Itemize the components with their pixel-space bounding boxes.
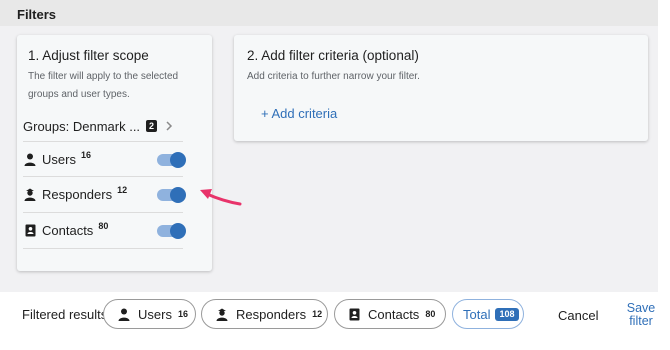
contact-card-icon [349,307,360,321]
chip-count: 12 [312,309,323,319]
filters-title: Filters [17,7,57,22]
scope-row-count: 12 [117,185,128,195]
responders-toggle[interactable] [157,187,186,203]
person-icon [118,307,130,321]
scope-row-count: 80 [98,221,109,231]
save-filter-button[interactable]: Save filter [624,302,658,328]
contacts-toggle[interactable] [157,223,186,239]
contacts-result-chip[interactable]: Contacts 80 [334,299,446,329]
total-result-chip[interactable]: Total 108 [452,299,524,329]
chip-label: Contacts [368,306,420,322]
criteria-card-title: 2. Add filter criteria (optional) [247,48,419,63]
groups-count-badge: 2 [146,120,158,132]
contact-card-icon [23,224,37,238]
filter-footer: Filtered results Users 16 Responders 12 … [0,292,670,350]
person-icon [23,152,37,166]
chip-count: 80 [425,309,436,319]
scope-card-description: The filter will apply to the selected gr… [28,71,179,100]
total-count-badge: 108 [495,307,519,321]
toggle-knob [170,187,186,203]
chip-label: Responders [236,306,307,322]
responder-icon [216,307,228,321]
scope-row-label: Responders [42,187,113,202]
add-criteria-button[interactable]: + Add criteria [261,106,337,121]
scope-row-responders: Responders 12 [23,177,186,213]
chevron-right-icon [165,119,173,134]
chip-label: Users [138,306,172,322]
annotation-arrow-icon [200,189,242,206]
responders-result-chip[interactable]: Responders 12 [201,299,328,329]
groups-label: Groups: Denmark ... [23,118,141,134]
groups-selector[interactable]: Groups: Denmark ... 2 [23,115,193,137]
toggle-knob [170,223,186,239]
filtered-results-label: Filtered results [22,307,108,322]
criteria-card: 2. Add filter criteria (optional) Add cr… [234,35,648,141]
cancel-button[interactable]: Cancel [558,308,598,323]
scope-row-label: Users [42,151,76,167]
toggle-knob [170,152,186,168]
users-toggle[interactable] [157,152,186,168]
filter-content-area: 1. Adjust filter scope The filter will a… [0,26,658,292]
criteria-card-description: Add criteria to further narrow your filt… [247,71,420,82]
scope-row-contacts: Contacts 80 [23,213,186,249]
chip-count: 16 [177,309,188,319]
scope-row-label: Contacts [42,223,94,238]
total-label: Total [463,306,491,322]
users-result-chip[interactable]: Users 16 [103,299,196,329]
filters-header: Filters [0,0,658,26]
scope-row-count: 16 [80,150,91,160]
responder-icon [23,188,37,202]
scope-card-title: 1. Adjust filter scope [28,48,149,63]
scope-row-users: Users 16 [23,141,186,177]
